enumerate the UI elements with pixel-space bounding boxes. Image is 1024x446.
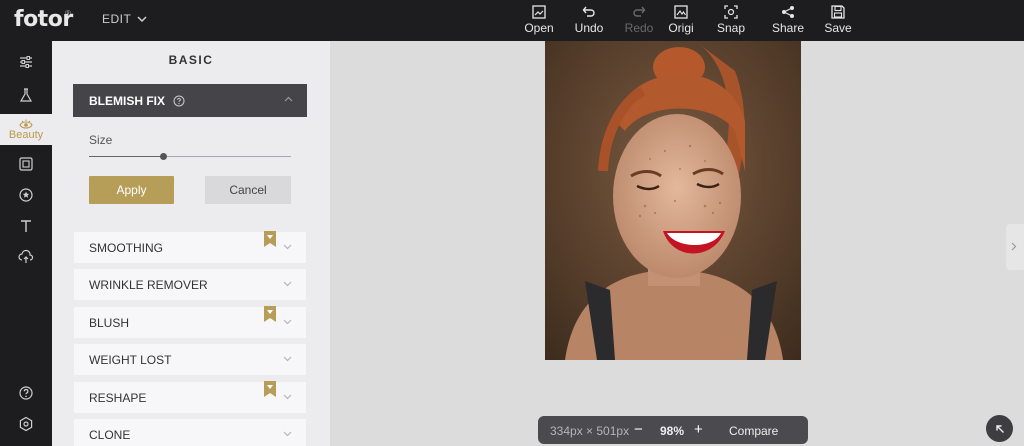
chevron-up-icon xyxy=(284,96,293,102)
section-label: WEIGHT LOST xyxy=(89,352,172,367)
beauty-panel: BASIC BLEMISH FIX Size Apply Cancel SMOO… xyxy=(52,41,330,446)
chevron-down-icon xyxy=(283,431,292,437)
snap-button[interactable]: Snap xyxy=(711,5,751,35)
zoom-level: 98% xyxy=(660,424,685,438)
zoom-out-button[interactable]: − xyxy=(634,421,643,438)
blemish-fix-label: BLEMISH FIX xyxy=(89,93,166,108)
premium-badge-icon xyxy=(264,231,276,247)
edited-photo[interactable] xyxy=(545,41,801,360)
effects-tool[interactable] xyxy=(0,80,52,110)
original-icon xyxy=(674,5,688,19)
help-tool[interactable] xyxy=(0,378,52,408)
redo-button[interactable]: Redo xyxy=(619,5,659,35)
beauty-tool[interactable]: Beauty xyxy=(0,114,52,145)
save-button[interactable]: Save xyxy=(818,5,858,35)
left-tool-rail: Beauty xyxy=(0,41,52,446)
snap-icon xyxy=(724,5,738,19)
chevron-down-icon xyxy=(283,281,292,287)
redo-icon xyxy=(633,6,646,17)
section-label: RESHAPE xyxy=(89,390,147,405)
settings-icon xyxy=(19,416,33,432)
section-clone[interactable]: CLONE xyxy=(74,419,306,446)
original-label: Origi xyxy=(668,21,694,35)
snap-label: Snap xyxy=(716,21,746,35)
save-label: Save xyxy=(824,21,852,35)
adjust-tool[interactable] xyxy=(0,47,52,77)
section-wrinkle-remover[interactable]: WRINKLE REMOVER xyxy=(74,269,306,300)
size-slider-handle[interactable] xyxy=(160,153,168,160)
help-icon[interactable] xyxy=(173,95,185,107)
undo-icon xyxy=(582,6,595,17)
share-label: Share xyxy=(771,21,805,35)
redo-label: Redo xyxy=(624,21,654,35)
stickers-tool[interactable] xyxy=(0,180,52,210)
section-label: WRINKLE REMOVER xyxy=(89,277,208,292)
compare-button[interactable]: Compare xyxy=(729,424,778,438)
open-button[interactable]: Open xyxy=(519,5,559,35)
beauty-label: Beauty xyxy=(8,129,44,141)
portrait-image xyxy=(545,41,801,360)
settings-tool[interactable] xyxy=(0,409,52,439)
original-button[interactable]: Origi xyxy=(661,5,701,35)
collapse-button[interactable] xyxy=(986,415,1013,442)
blemish-fix-header[interactable]: BLEMISH FIX xyxy=(73,84,307,117)
zoom-bar: 334px × 501px − 98% + Compare xyxy=(538,416,808,444)
zoom-in-button[interactable]: + xyxy=(694,421,703,438)
arrow-up-left-icon xyxy=(995,424,1004,433)
size-label: Size xyxy=(89,133,113,147)
chevron-right-icon xyxy=(1011,242,1017,251)
chevron-down-icon xyxy=(283,394,292,400)
text-tool[interactable] xyxy=(0,211,52,241)
chevron-down-icon xyxy=(283,244,292,250)
section-weight-lost[interactable]: WEIGHT LOST xyxy=(74,344,306,375)
undo-button[interactable]: Undo xyxy=(569,5,609,35)
section-reshape[interactable]: RESHAPE xyxy=(74,381,306,413)
cloud-icon xyxy=(18,249,34,263)
premium-badge-icon xyxy=(264,306,276,322)
open-label: Open xyxy=(524,21,554,35)
main-toolbar: Open Undo Redo Origi Snap Share Save xyxy=(0,5,1024,39)
adjust-icon xyxy=(20,56,32,68)
size-slider-fill xyxy=(89,156,164,157)
open-icon xyxy=(532,5,546,19)
stickers-icon xyxy=(19,188,33,202)
image-canvas[interactable] xyxy=(330,41,1024,446)
cancel-button[interactable]: Cancel xyxy=(205,176,291,204)
section-label: SMOOTHING xyxy=(89,240,163,255)
section-blush[interactable]: BLUSH xyxy=(74,306,306,338)
panel-title: BASIC xyxy=(168,53,214,67)
undo-label: Undo xyxy=(574,21,604,35)
image-dimensions: 334px × 501px xyxy=(550,424,630,438)
share-button[interactable]: Share xyxy=(768,5,808,35)
chevron-down-icon xyxy=(283,319,292,325)
help-icon xyxy=(19,386,33,400)
frames-icon xyxy=(19,157,33,171)
chevron-down-icon xyxy=(283,356,292,362)
side-panel-toggle[interactable] xyxy=(1006,224,1024,270)
section-label: BLUSH xyxy=(89,315,130,330)
section-smoothing[interactable]: SMOOTHING xyxy=(74,231,306,263)
save-icon xyxy=(831,5,845,19)
effects-icon xyxy=(19,88,33,102)
top-bar: fotor ® EDIT Open Undo Redo Origi Snap S… xyxy=(0,0,1024,41)
section-label: CLONE xyxy=(89,427,131,442)
premium-badge-icon xyxy=(264,381,276,397)
apply-button[interactable]: Apply xyxy=(89,176,174,204)
cloud-tool[interactable] xyxy=(0,242,52,272)
text-icon xyxy=(21,220,31,232)
frames-tool[interactable] xyxy=(0,149,52,179)
share-icon xyxy=(782,6,794,18)
